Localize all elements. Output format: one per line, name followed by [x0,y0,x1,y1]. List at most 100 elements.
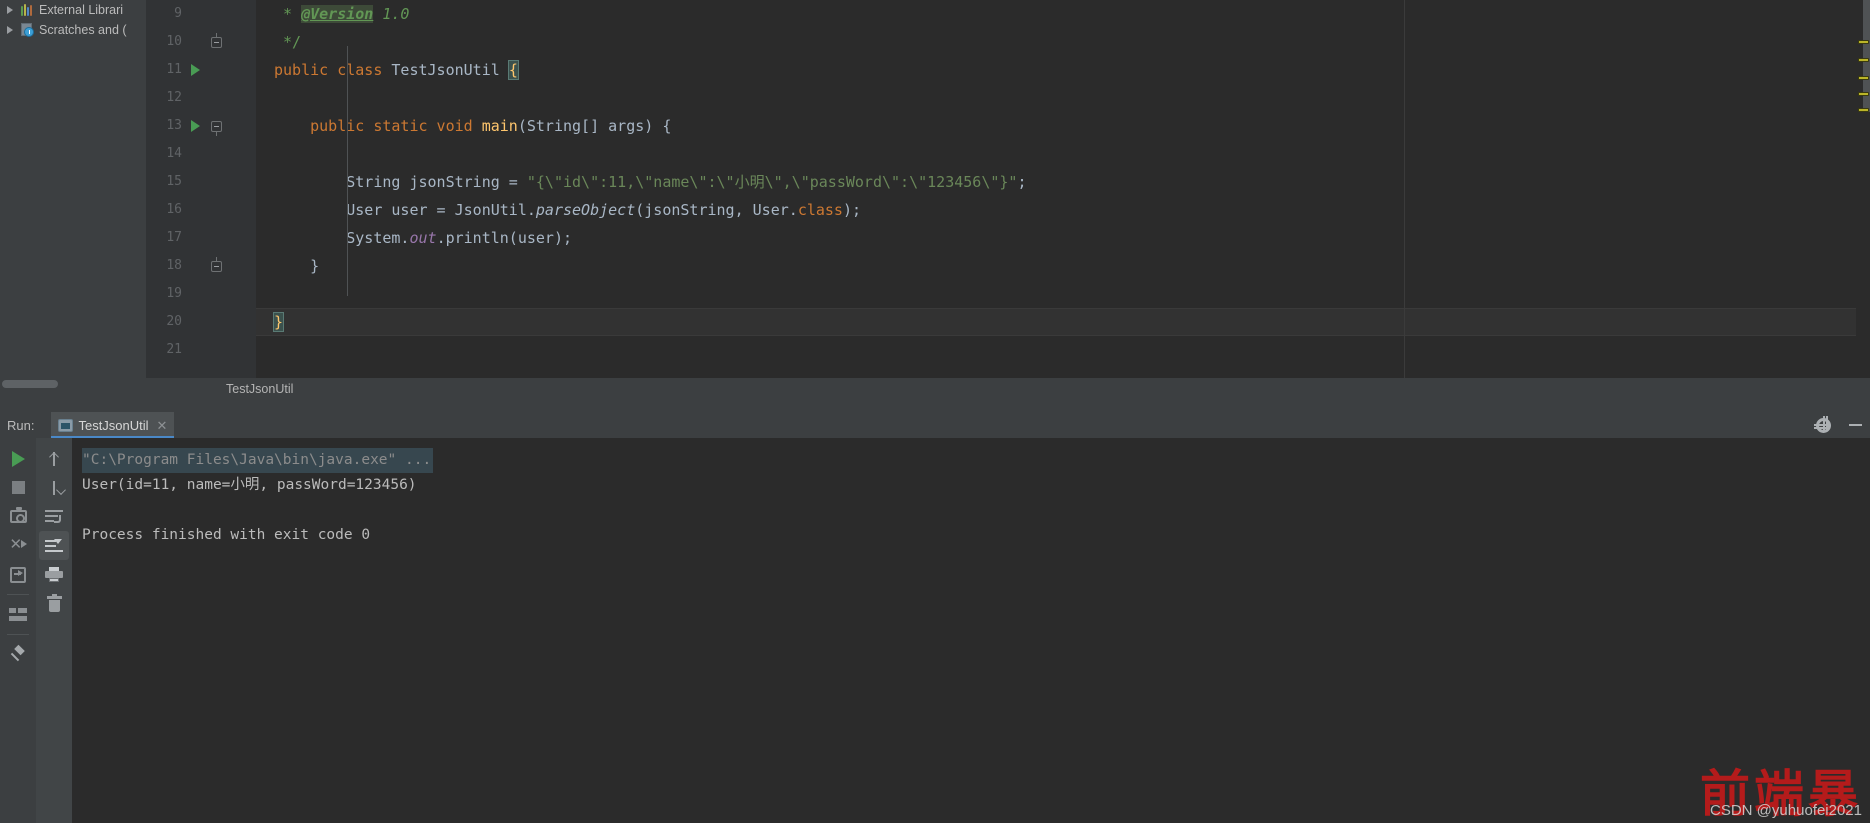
code-token: TestJsonUtil [391,61,509,79]
right-margin-rule [1404,0,1405,390]
code-token: out [409,229,437,247]
code-token: { [507,60,519,80]
line-number: 10 [166,34,182,49]
scroll-to-end-button[interactable] [39,531,69,560]
code-line[interactable]: String jsonString = "{\"id\":11,\"name\"… [274,168,1026,196]
export-button[interactable] [3,560,33,589]
line-number: 18 [166,258,182,273]
code-line[interactable]: public static void main(String[] args) { [274,112,671,140]
sidebar-item-scratches[interactable]: Scratches and ( [0,20,146,40]
screenshot-button[interactable] [3,502,33,531]
warning-marker[interactable] [1858,92,1869,96]
up-button[interactable] [39,444,69,473]
pin-tab-button[interactable] [3,640,33,669]
line-number: 20 [166,314,182,329]
ide-window: External Librari Scratches and ( 9 10 11 12… [0,0,1870,823]
line-number: 21 [166,342,182,357]
gear-icon[interactable] [1814,415,1831,433]
line-number: 13 [166,118,182,133]
code-line[interactable]: */ [274,28,301,56]
run-toolbar-left [0,438,36,823]
close-icon[interactable]: ✕ [157,419,168,432]
warning-marker[interactable] [1858,40,1869,44]
clear-all-button[interactable] [39,589,69,618]
fold-guide-line [347,46,348,296]
watermark-cn-text: 前端暴 [1700,766,1862,822]
sidebar-item-label: Scratches and ( [39,23,127,37]
code-token: public static void [310,117,482,135]
console-output-line: User(id=11, name=小明, passWord=123456) [82,477,417,493]
layout-button[interactable] [3,600,33,629]
chevron-right-icon[interactable] [2,26,18,34]
rerun-button[interactable] [3,444,33,473]
code-token: } [272,312,285,332]
warning-marker[interactable] [1858,108,1869,112]
chevron-right-icon[interactable] [2,6,18,14]
fold-toggle-icon[interactable] [208,252,224,280]
code-token: 1.0 [373,5,410,23]
caret-line-highlight [256,308,1870,336]
line-number: 15 [166,174,182,189]
code-token: (jsonString, User. [635,201,798,219]
code-text-area[interactable]: * @Version 1.0 */ public class TestJsonUt… [256,0,1870,390]
editor-gutter[interactable]: 9 10 11 12 13 14 15 16 17 18 19 20 21 [146,0,256,390]
line-number: 12 [166,90,182,105]
run-tab-label: TestJsonUtil [78,417,149,433]
code-token: (String[] args) { [517,117,672,135]
watermark-en-text: CSDN @yuhuofei2021 [1710,802,1862,819]
run-tool-window: Run: TestJsonUtil ✕ ✕ "C:\Program Files\… [0,412,1870,823]
code-token: parseObject [535,201,636,219]
project-tree-panel: External Librari Scratches and ( [0,0,146,390]
code-token: class [797,201,843,219]
breadcrumb-class[interactable]: TestJsonUtil [226,382,293,396]
run-tool-header: Run: TestJsonUtil ✕ [0,412,1870,438]
console-command-line: "C:\Program Files\Java\bin\java.exe" ... [82,448,434,473]
fold-toggle-icon[interactable] [208,112,224,140]
breadcrumb[interactable]: TestJsonUtil [146,378,1870,400]
line-number: 16 [166,202,182,217]
code-token: .println(user); [436,229,573,247]
sidebar-horizontal-scrollbar[interactable] [0,379,146,390]
code-token: System. [274,229,410,247]
run-gutter-icon[interactable] [188,112,202,140]
code-line[interactable]: System.out.println(user); [274,224,572,252]
code-line[interactable]: } [272,308,285,336]
code-line[interactable]: public class TestJsonUtil { [274,56,519,84]
code-token: * [274,5,302,23]
run-label: Run: [7,417,35,433]
line-number: 9 [174,6,182,21]
watermark: 前端暴 CSDN @yuhuofei2021 [1700,766,1862,822]
code-line[interactable]: * @Version 1.0 [274,0,409,28]
editor-marker-strip[interactable] [1856,0,1870,390]
fold-toggle-icon[interactable] [208,28,224,56]
warning-marker[interactable] [1858,58,1869,62]
run-gutter-icon[interactable] [188,56,202,84]
run-tab-testjsonutil[interactable]: TestJsonUtil ✕ [51,412,175,438]
rerun-failed-button[interactable] [3,531,33,560]
soft-wrap-button[interactable] [39,502,69,531]
console-output[interactable]: "C:\Program Files\Java\bin\java.exe" ...… [72,438,1870,823]
code-token: ; [1017,173,1027,191]
line-number: 17 [166,230,182,245]
stop-button[interactable] [3,473,33,502]
code-token: @Version [301,5,374,23]
minimize-icon[interactable] [1849,424,1862,426]
code-token: public class [274,61,392,79]
print-button[interactable] [39,560,69,589]
line-number: 11 [166,62,182,77]
toolbar-divider [7,634,29,635]
code-line[interactable]: } [274,252,319,280]
scrollbar-thumb[interactable] [2,380,58,388]
down-button[interactable] [39,473,69,502]
sidebar-item-label: External Librari [39,3,124,17]
scratches-clock-icon [18,22,36,38]
code-token: String jsonString = [274,173,527,191]
code-token: User user = JsonUtil. [274,201,536,219]
warning-marker[interactable] [1858,76,1869,80]
toolbar-divider [7,594,29,595]
library-bars-icon [18,2,36,18]
line-number: 14 [166,146,182,161]
code-editor[interactable]: 9 10 11 12 13 14 15 16 17 18 19 20 21 * @Version 1.0… [146,0,1870,390]
code-line[interactable]: User user = JsonUtil.parseObject(jsonStr… [274,196,861,224]
sidebar-item-external-libraries[interactable]: External Librari [0,0,146,20]
